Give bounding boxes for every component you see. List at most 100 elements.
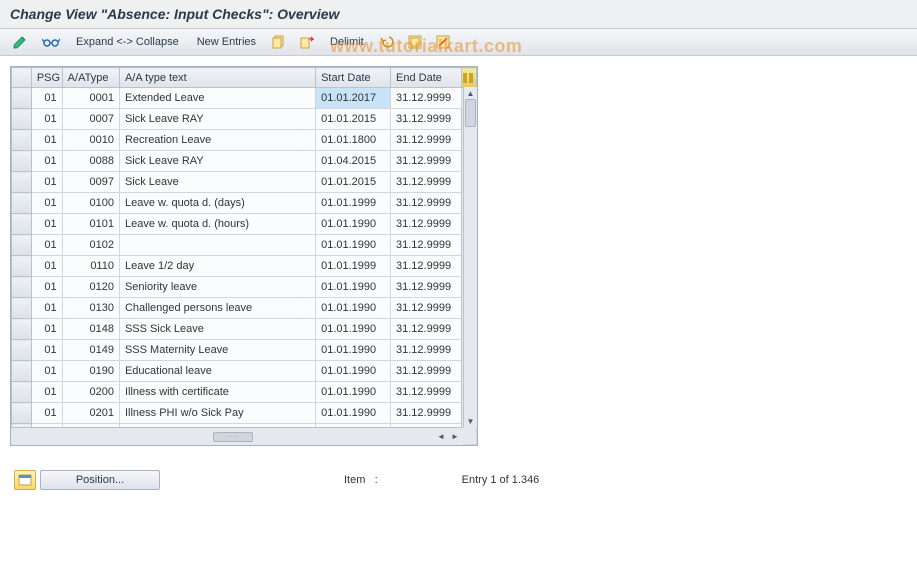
table-row[interactable]: 010100Leave w. quota d. (days)01.01.1999…: [12, 193, 477, 214]
cell-aatext[interactable]: Seniority leave: [119, 277, 315, 298]
cell-end-date[interactable]: 31.12.9999: [391, 235, 462, 256]
cell-aatype[interactable]: 0100: [62, 193, 119, 214]
cell-aatype[interactable]: 0130: [62, 298, 119, 319]
cell-end-date[interactable]: 31.12.9999: [391, 298, 462, 319]
cell-psg[interactable]: 01: [31, 298, 62, 319]
cell-aatype[interactable]: 0010: [62, 130, 119, 151]
cell-end-date[interactable]: 31.12.9999: [391, 193, 462, 214]
cell-aatext[interactable]: Illness with certificate: [119, 382, 315, 403]
table-row[interactable]: 010120Seniority leave01.01.199031.12.999…: [12, 277, 477, 298]
cell-aatext[interactable]: Leave w. quota d. (days): [119, 193, 315, 214]
column-psg[interactable]: PSG: [31, 68, 62, 88]
cell-psg[interactable]: 01: [31, 403, 62, 424]
table-row[interactable]: 010097Sick Leave01.01.201531.12.9999: [12, 172, 477, 193]
cell-start-date[interactable]: 01.01.2017: [316, 88, 391, 109]
cell-aatext[interactable]: Recreation Leave: [119, 130, 315, 151]
row-selector[interactable]: [12, 151, 32, 172]
row-selector[interactable]: [12, 88, 32, 109]
row-selector[interactable]: [12, 214, 32, 235]
cell-start-date[interactable]: 01.01.1800: [316, 130, 391, 151]
cell-aatype[interactable]: 0101: [62, 214, 119, 235]
cell-end-date[interactable]: 31.12.9999: [391, 214, 462, 235]
cell-start-date[interactable]: 01.01.1990: [316, 361, 391, 382]
cell-psg[interactable]: 01: [31, 214, 62, 235]
cell-end-date[interactable]: 31.12.9999: [391, 109, 462, 130]
cell-end-date[interactable]: 31.12.9999: [391, 172, 462, 193]
cell-end-date[interactable]: 31.12.9999: [391, 277, 462, 298]
table-row[interactable]: 010130Challenged persons leave01.01.1990…: [12, 298, 477, 319]
cell-aatype[interactable]: 0102: [62, 235, 119, 256]
cell-aatype[interactable]: 0190: [62, 361, 119, 382]
cell-start-date[interactable]: 01.01.1990: [316, 235, 391, 256]
select-all-icon[interactable]: [404, 33, 426, 51]
scroll-down-icon[interactable]: ▼: [465, 415, 477, 427]
cell-aatext[interactable]: Leave w. quota d. (hours): [119, 214, 315, 235]
cell-aatype[interactable]: 0088: [62, 151, 119, 172]
cell-aatext[interactable]: Sick Leave: [119, 172, 315, 193]
horizontal-scrollbar[interactable]: ∙∙∙∙ ◄ ►: [11, 427, 463, 445]
column-aatext[interactable]: A/A type text: [119, 68, 315, 88]
new-entries-button[interactable]: New Entries: [191, 34, 262, 50]
copy-icon[interactable]: [268, 33, 290, 51]
deselect-all-icon[interactable]: [432, 33, 454, 51]
cell-end-date[interactable]: 31.12.9999: [391, 403, 462, 424]
cell-aatype[interactable]: 0200: [62, 382, 119, 403]
cell-psg[interactable]: 01: [31, 361, 62, 382]
cell-start-date[interactable]: 01.01.1990: [316, 277, 391, 298]
column-end-date[interactable]: End Date: [391, 68, 462, 88]
cell-psg[interactable]: 01: [31, 277, 62, 298]
cell-start-date[interactable]: 01.01.1999: [316, 193, 391, 214]
change-display-icon[interactable]: [8, 33, 32, 51]
row-selector[interactable]: [12, 235, 32, 256]
column-aatype[interactable]: A/AType: [62, 68, 119, 88]
cell-end-date[interactable]: 31.12.9999: [391, 319, 462, 340]
row-selector[interactable]: [12, 109, 32, 130]
cell-start-date[interactable]: 01.01.1990: [316, 382, 391, 403]
cell-end-date[interactable]: 31.12.9999: [391, 340, 462, 361]
scroll-left-icon[interactable]: ◄: [435, 431, 447, 443]
column-selector[interactable]: [12, 68, 32, 88]
cell-psg[interactable]: 01: [31, 382, 62, 403]
cell-end-date[interactable]: 31.12.9999: [391, 88, 462, 109]
cell-psg[interactable]: 01: [31, 193, 62, 214]
cell-start-date[interactable]: 01.01.1990: [316, 403, 391, 424]
cell-start-date[interactable]: 01.01.1999: [316, 256, 391, 277]
cell-start-date[interactable]: 01.01.2015: [316, 109, 391, 130]
cell-psg[interactable]: 01: [31, 151, 62, 172]
cell-start-date[interactable]: 01.01.1990: [316, 298, 391, 319]
cell-start-date[interactable]: 01.04.2015: [316, 151, 391, 172]
table-row[interactable]: 010190Educational leave01.01.199031.12.9…: [12, 361, 477, 382]
cell-psg[interactable]: 01: [31, 172, 62, 193]
position-button[interactable]: Position...: [40, 470, 160, 490]
glasses-icon[interactable]: [38, 34, 64, 50]
copy-as-icon[interactable]: [296, 33, 318, 51]
row-selector[interactable]: [12, 340, 32, 361]
cell-end-date[interactable]: 31.12.9999: [391, 256, 462, 277]
undo-icon[interactable]: [376, 33, 398, 51]
cell-start-date[interactable]: 01.01.1990: [316, 319, 391, 340]
cell-aatype[interactable]: 0110: [62, 256, 119, 277]
table-row[interactable]: 010148SSS Sick Leave01.01.199031.12.9999: [12, 319, 477, 340]
row-selector[interactable]: [12, 298, 32, 319]
cell-end-date[interactable]: 31.12.9999: [391, 151, 462, 172]
cell-psg[interactable]: 01: [31, 88, 62, 109]
cell-aatext[interactable]: SSS Sick Leave: [119, 319, 315, 340]
row-selector[interactable]: [12, 130, 32, 151]
cell-psg[interactable]: 01: [31, 256, 62, 277]
cell-end-date[interactable]: 31.12.9999: [391, 130, 462, 151]
cell-end-date[interactable]: 31.12.9999: [391, 361, 462, 382]
configure-columns-icon[interactable]: [461, 68, 476, 88]
cell-aatype[interactable]: 0148: [62, 319, 119, 340]
cell-psg[interactable]: 01: [31, 109, 62, 130]
cell-start-date[interactable]: 01.01.1990: [316, 214, 391, 235]
table-row[interactable]: 01010201.01.199031.12.9999: [12, 235, 477, 256]
cell-start-date[interactable]: 01.01.2015: [316, 172, 391, 193]
cell-aatext[interactable]: Illness PHI w/o Sick Pay: [119, 403, 315, 424]
row-selector[interactable]: [12, 319, 32, 340]
cell-psg[interactable]: 01: [31, 340, 62, 361]
expand-collapse-button[interactable]: Expand <-> Collapse: [70, 34, 185, 50]
row-selector[interactable]: [12, 277, 32, 298]
scroll-up-icon[interactable]: ▲: [465, 87, 477, 99]
cell-start-date[interactable]: 01.01.1990: [316, 340, 391, 361]
table-row[interactable]: 010149SSS Maternity Leave01.01.199031.12…: [12, 340, 477, 361]
